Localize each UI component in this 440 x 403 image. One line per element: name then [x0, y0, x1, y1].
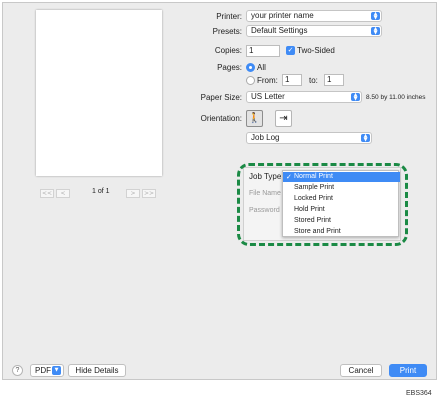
help-button[interactable]: ?	[12, 365, 23, 376]
first-page-button[interactable]: <<	[40, 188, 54, 198]
highlight-callout	[237, 163, 408, 246]
pdf-menu-button[interactable]: PDF ▼	[30, 364, 64, 377]
portrait-person-icon: 🚶	[248, 113, 261, 124]
previous-page-button[interactable]: <	[56, 188, 70, 198]
two-sided-label: Two-Sided	[297, 46, 335, 55]
presets-value: Default Settings	[251, 26, 308, 35]
presets-popup[interactable]: Default Settings ▲ ▼	[246, 25, 382, 37]
updown-arrows-icon: ▲ ▼	[351, 93, 360, 102]
next-page-button[interactable]: >	[126, 188, 140, 198]
printer-value: your printer name	[251, 11, 314, 20]
cancel-button[interactable]: Cancel	[340, 364, 382, 377]
portrait-orientation-button[interactable]: 🚶	[246, 110, 263, 127]
presets-label: Presets:	[212, 27, 242, 36]
orientation-label: Orientation:	[200, 114, 242, 123]
pages-from-field[interactable]: 1	[282, 74, 302, 86]
pages-all-radio[interactable]	[246, 63, 255, 72]
pages-all-label: All	[257, 63, 266, 72]
figure-code: EBS364	[406, 390, 432, 397]
paper-size-label: Paper Size:	[200, 93, 242, 102]
preview-nav-right: > >>	[126, 188, 156, 198]
page-preview	[36, 10, 162, 176]
pages-to-label: to:	[309, 76, 318, 85]
pages-to-field[interactable]: 1	[324, 74, 344, 86]
printer-popup[interactable]: your printer name ▲ ▼	[246, 10, 382, 22]
landscape-person-icon: ⇥	[279, 113, 288, 124]
section-popup[interactable]: Job Log ▲ ▼	[246, 132, 372, 144]
preview-nav-left: << <	[40, 188, 70, 198]
copies-field[interactable]: 1	[246, 45, 280, 57]
section-popup-value: Job Log	[251, 133, 280, 142]
chevron-down-icon: ▼	[52, 366, 61, 375]
updown-arrows-icon: ▲ ▼	[371, 12, 380, 21]
updown-arrows-icon: ▲ ▼	[361, 134, 370, 143]
pages-from-label: From:	[257, 76, 278, 85]
printer-label: Printer:	[216, 12, 242, 21]
pdf-label: PDF	[35, 366, 51, 375]
paper-size-popup[interactable]: US Letter ▲ ▼	[246, 91, 362, 103]
page-counter: 1 of 1	[92, 188, 110, 195]
pages-range-radio[interactable]	[246, 76, 255, 85]
updown-arrows-icon: ▲ ▼	[371, 27, 380, 36]
landscape-orientation-button[interactable]: ⇥	[275, 110, 292, 127]
pages-label: Pages:	[217, 63, 242, 72]
last-page-button[interactable]: >>	[142, 188, 156, 198]
hide-details-button[interactable]: Hide Details	[68, 364, 126, 377]
paper-dimensions: 8.50 by 11.00 inches	[366, 94, 426, 101]
print-button[interactable]: Print	[389, 364, 427, 377]
two-sided-checkbox[interactable]: ✓	[286, 46, 295, 55]
copies-label: Copies:	[214, 46, 242, 55]
paper-size-value: US Letter	[251, 92, 285, 101]
